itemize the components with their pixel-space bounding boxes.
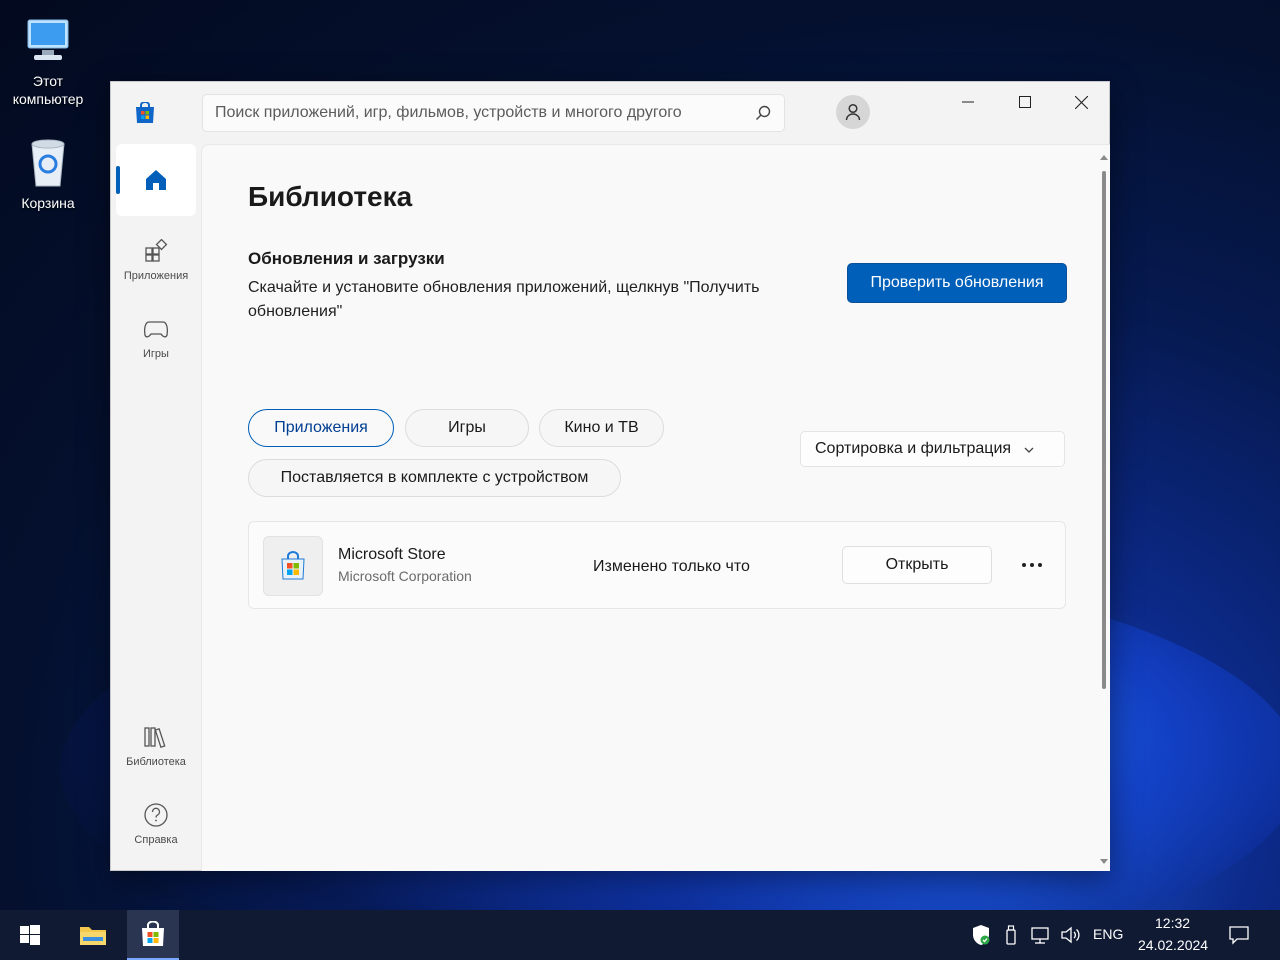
sidebar-item-label: Справка bbox=[134, 834, 178, 846]
scroll-thumb[interactable] bbox=[1102, 171, 1106, 689]
app-name: Microsoft Store bbox=[338, 546, 446, 563]
scroll-down-icon[interactable] bbox=[1099, 858, 1109, 866]
desktop-icon-recycle-bin[interactable]: Корзина bbox=[0, 134, 96, 212]
sidebar-item-home[interactable] bbox=[116, 144, 196, 216]
sort-filter-label: Сортировка и фильтрация bbox=[815, 440, 1012, 457]
recycle-bin-icon bbox=[20, 134, 76, 190]
language-indicator[interactable]: ENG bbox=[1093, 926, 1123, 942]
filter-chip-apps[interactable]: Приложения bbox=[248, 409, 394, 447]
clock-time[interactable]: 12:32 bbox=[1155, 915, 1190, 931]
clock-date[interactable]: 24.02.2024 bbox=[1138, 937, 1208, 953]
computer-icon bbox=[20, 12, 76, 68]
app-status: Изменено только что bbox=[593, 558, 750, 575]
taskbar: ENG 12:32 24.02.2024 bbox=[0, 910, 1280, 960]
maximize-button[interactable] bbox=[996, 82, 1053, 122]
active-indicator bbox=[116, 166, 120, 194]
filter-chip-movies-tv[interactable]: Кино и ТВ bbox=[539, 409, 664, 447]
notification-center-icon[interactable] bbox=[1228, 924, 1250, 946]
taskbar-file-explorer[interactable] bbox=[67, 910, 119, 960]
security-shield-icon[interactable] bbox=[970, 924, 992, 946]
volume-icon[interactable] bbox=[1060, 924, 1082, 946]
help-icon bbox=[143, 802, 169, 828]
search-placeholder: Поиск приложений, игр, фильмов, устройст… bbox=[215, 104, 682, 121]
updates-heading: Обновления и загрузки bbox=[248, 249, 445, 268]
open-app-button[interactable]: Открыть bbox=[842, 546, 992, 584]
close-icon bbox=[1075, 95, 1088, 109]
desktop-icon-label: Корзина bbox=[21, 195, 75, 211]
home-icon bbox=[143, 167, 169, 193]
library-page: Библиотека Обновления и загрузки Скачайт… bbox=[201, 144, 1110, 871]
library-icon bbox=[143, 724, 169, 750]
search-input[interactable]: Поиск приложений, игр, фильмов, устройст… bbox=[202, 94, 785, 132]
sidebar-item-label: Игры bbox=[143, 348, 169, 360]
sidebar-item-games[interactable]: Игры bbox=[116, 302, 196, 374]
search-icon[interactable] bbox=[754, 104, 772, 122]
sidebar-item-library[interactable]: Библиотека bbox=[116, 710, 196, 782]
apps-icon bbox=[143, 238, 169, 264]
taskbar-microsoft-store[interactable] bbox=[127, 910, 179, 960]
library-app-row[interactable]: Microsoft Store Microsoft Corporation Из… bbox=[248, 521, 1066, 609]
sort-filter-dropdown[interactable]: Сортировка и фильтрация bbox=[800, 431, 1065, 467]
updates-description: Скачайте и установите обновления приложе… bbox=[248, 279, 760, 320]
filter-chip-games[interactable]: Игры bbox=[405, 409, 529, 447]
microsoft-store-app-icon bbox=[263, 536, 323, 596]
desktop-icon-this-pc[interactable]: Этот компьютер bbox=[0, 12, 96, 108]
minimize-icon bbox=[961, 101, 974, 103]
filter-chip-bundled[interactable]: Поставляется в комплекте с устройством bbox=[248, 459, 621, 497]
gamepad-icon bbox=[143, 316, 169, 342]
sidebar: Приложения Игры Библиотека Справка bbox=[111, 144, 201, 871]
user-icon bbox=[845, 103, 861, 121]
usb-device-icon[interactable] bbox=[1000, 924, 1022, 946]
maximize-icon bbox=[1018, 96, 1031, 108]
windows-logo-icon bbox=[20, 925, 40, 945]
sidebar-item-help[interactable]: Справка bbox=[116, 788, 196, 860]
chevron-down-icon bbox=[1023, 443, 1035, 455]
account-avatar[interactable] bbox=[836, 95, 870, 129]
close-button[interactable] bbox=[1053, 82, 1110, 122]
app-publisher: Microsoft Corporation bbox=[338, 568, 472, 584]
store-bag-icon bbox=[142, 921, 164, 946]
scrollbar[interactable] bbox=[1099, 153, 1109, 868]
sidebar-item-label: Библиотека bbox=[126, 756, 186, 768]
start-button[interactable] bbox=[4, 910, 56, 960]
network-icon[interactable] bbox=[1030, 924, 1052, 946]
sidebar-item-label: Приложения bbox=[123, 270, 189, 282]
desktop-icon-label: Этот компьютер bbox=[12, 73, 84, 107]
page-title: Библиотека bbox=[248, 181, 413, 212]
more-options-button[interactable] bbox=[1014, 550, 1050, 580]
sidebar-item-apps[interactable]: Приложения bbox=[116, 224, 196, 296]
minimize-button[interactable] bbox=[939, 82, 996, 122]
scroll-up-icon[interactable] bbox=[1099, 153, 1109, 161]
check-updates-button[interactable]: Проверить обновления bbox=[847, 263, 1067, 303]
folder-icon bbox=[80, 927, 106, 945]
store-logo-icon bbox=[133, 101, 157, 124]
store-window: Поиск приложений, игр, фильмов, устройст… bbox=[110, 81, 1110, 871]
title-bar[interactable]: Поиск приложений, игр, фильмов, устройст… bbox=[111, 82, 1109, 144]
more-dots-icon bbox=[1022, 563, 1042, 567]
